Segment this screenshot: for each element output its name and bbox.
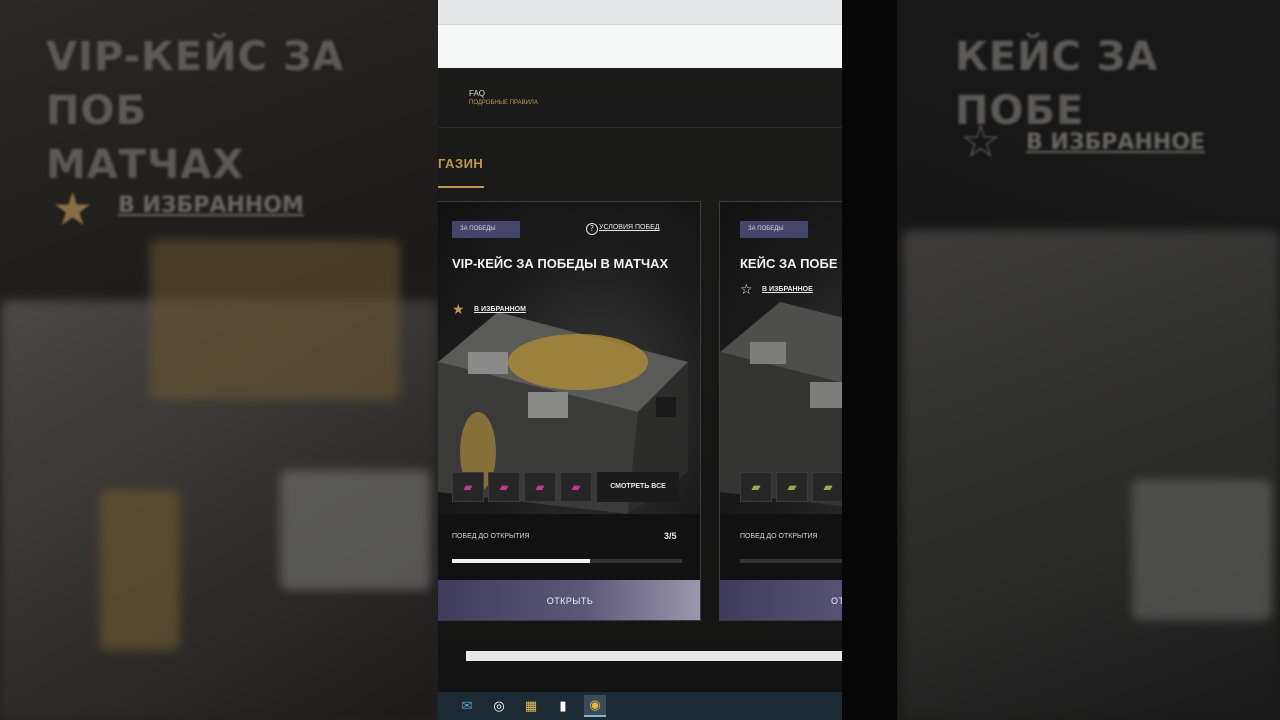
pistol-icon: ▰	[823, 480, 833, 494]
blurred-fav-label: В ИЗБРАННОЕ	[1026, 130, 1205, 155]
case-tag: ЗА ПОБЕДЫ	[452, 221, 520, 238]
rifle-icon: ▰	[751, 480, 761, 494]
app-grid-icon[interactable]: ▦	[520, 695, 542, 717]
shop-page: FAQ ПОДРОБНЫЕ ПРАВИЛА ГАЗИН ЗА ПОБЕДЫ ? …	[438, 68, 842, 692]
favorite-label: В ИЗБРАННОЕ	[762, 286, 813, 293]
faq-link[interactable]: FAQ	[469, 89, 485, 98]
crate-illustration	[720, 302, 842, 507]
progress-fill	[452, 559, 590, 563]
pistol-icon: ▰	[463, 480, 473, 494]
case-image	[438, 202, 700, 514]
skin-thumbnail[interactable]: ▰	[740, 472, 772, 502]
dark-divider	[842, 0, 897, 720]
case-card-vip[interactable]: ЗА ПОБЕДЫ ? УСЛОВИЯ ПОБЕД VIP-КЕЙС ЗА ПО…	[438, 201, 701, 621]
faq-subtitle: ПОДРОБНЫЕ ПРАВИЛА	[469, 100, 538, 106]
favorite-label: В ИЗБРАННОМ	[474, 306, 526, 313]
info-icon[interactable]: ?	[586, 223, 598, 235]
blurred-latch	[280, 470, 430, 590]
skin-thumbnail[interactable]: ▰	[488, 472, 520, 502]
blurred-title: КЕЙС ЗА ПОБЕ	[955, 34, 1159, 134]
mail-icon[interactable]: ✉	[456, 695, 478, 717]
skin-thumbnail[interactable]: ▰	[812, 472, 842, 502]
active-tab-underline	[438, 186, 484, 188]
browser-tab-bar	[438, 0, 842, 24]
see-all-button[interactable]: СМОТРЕТЬ ВСЕ	[597, 472, 679, 502]
rifle-icon: ▰	[535, 480, 545, 494]
skin-preview-list: ▰ ▰ ▰	[740, 472, 842, 502]
star-outline-icon: ☆	[960, 114, 1002, 168]
phone-screen: FAQ ПОДРОБНЫЕ ПРАВИЛА ГАЗИН ЗА ПОБЕДЫ ? …	[438, 0, 842, 720]
chart-app-icon[interactable]: ▮	[552, 695, 574, 717]
blurred-title: VIP-КЕЙС ЗА ПОБ МАТЧАХ	[46, 34, 345, 188]
case-card-wins[interactable]: ЗА ПОБЕДЫ КЕЙС ЗА ПОБЕ ☆ В ИЗБРАННОЕ ▰ ▰…	[719, 201, 842, 621]
skin-thumbnail[interactable]: ▰	[776, 472, 808, 502]
star-outline-icon: ☆	[740, 282, 753, 298]
skin-thumbnail[interactable]: ▰	[524, 472, 556, 502]
right-blurred-background: КЕЙС ЗА ПОБЕ ☆ В ИЗБРАННОЕ	[842, 0, 1280, 720]
progress-label: ПОБЕД ДО ОТКРЫТИЯ	[740, 533, 818, 540]
progress-bar	[452, 559, 682, 563]
chrome-icon[interactable]: ◉	[584, 695, 606, 717]
crate-illustration	[438, 312, 688, 514]
top-navigation: FAQ ПОДРОБНЫЕ ПРАВИЛА	[438, 68, 842, 128]
case-title: КЕЙС ЗА ПОБЕ	[740, 256, 838, 271]
case-image	[720, 202, 842, 514]
windows-taskbar: ✉ ◎ ▦ ▮ ◉	[438, 692, 842, 720]
skin-thumbnail[interactable]: ▰	[560, 472, 592, 502]
blurred-dragon-ornament	[150, 240, 400, 400]
tab-shop[interactable]: ГАЗИН	[438, 156, 483, 171]
progress-count: 3/5	[664, 531, 677, 541]
blurred-latch	[1132, 480, 1272, 620]
knife-icon: ▰	[571, 480, 581, 494]
pistol-icon: ▰	[499, 480, 509, 494]
star-filled-icon: ★	[52, 182, 94, 236]
star-filled-icon: ★	[452, 302, 465, 318]
skin-preview-list: ▰ ▰ ▰ ▰	[452, 472, 592, 502]
obs-icon[interactable]: ◎	[488, 695, 510, 717]
progress-label: ПОБЕД ДО ОТКРЫТИЯ	[452, 533, 530, 540]
browser-address-bar	[438, 24, 842, 68]
scrollbar-thumb[interactable]	[466, 651, 842, 661]
rifle-icon: ▰	[787, 480, 797, 494]
skin-thumbnail[interactable]: ▰	[452, 472, 484, 502]
conditions-link[interactable]: УСЛОВИЯ ПОБЕД	[599, 224, 660, 231]
blurred-gold-detail	[100, 490, 180, 650]
left-blurred-background: VIP-КЕЙС ЗА ПОБ МАТЧАХ ★ В ИЗБРАННОМ	[0, 0, 438, 720]
blurred-crate	[902, 230, 1280, 720]
open-case-button[interactable]: ОТКРЫТЬ	[438, 580, 700, 620]
case-title: VIP-КЕЙС ЗА ПОБЕДЫ В МАТЧАХ	[452, 256, 669, 271]
open-case-button[interactable]: ОТ	[720, 580, 842, 620]
blurred-fav-label: В ИЗБРАННОМ	[118, 193, 304, 218]
case-tag: ЗА ПОБЕДЫ	[740, 221, 808, 238]
progress-bar	[740, 559, 842, 563]
